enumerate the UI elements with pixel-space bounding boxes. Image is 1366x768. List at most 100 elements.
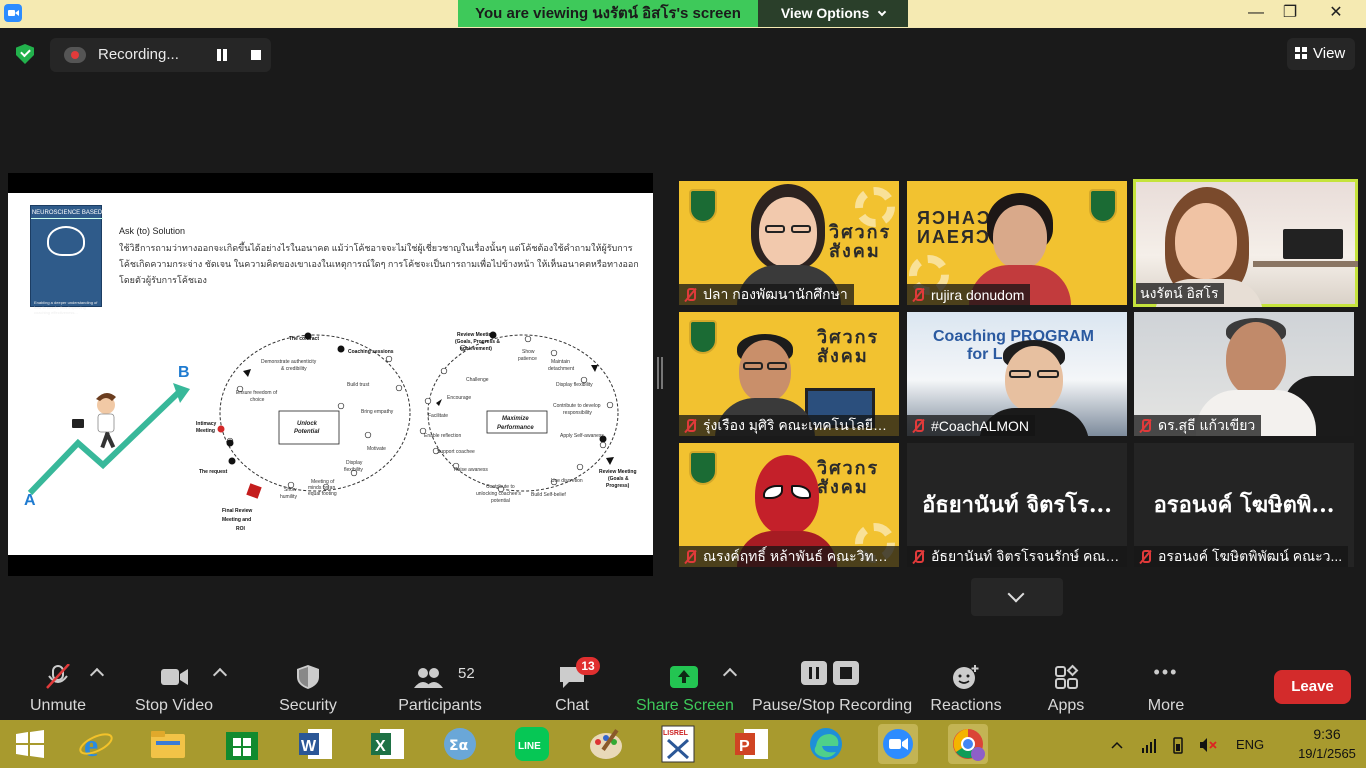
tile-brand-text: ЯƆНAƆ ИАЕЯƆ [917, 208, 992, 247]
participant-name-bar: รุ่งเรือง มุศิริ คณะเทคโนโลยีอุต... [679, 415, 899, 436]
show-humility-label-2: humility [280, 494, 297, 500]
tile-brand-text: วิศวกร สังคม [817, 327, 880, 366]
pause-recording-button[interactable] [208, 42, 236, 68]
grid-icon [1295, 47, 1307, 59]
video-tile[interactable]: วิศวกร สังคม รุ่งเรือง มุศิริ คณะเทคโนโล… [679, 312, 899, 436]
input-language-indicator[interactable]: ENG [1236, 737, 1264, 752]
stop-video-label: Stop Video [135, 697, 213, 714]
encryption-shield-icon[interactable] [16, 44, 34, 64]
recording-label: Recording... [98, 46, 179, 63]
zoom-app-icon[interactable] [878, 724, 918, 764]
final-review-marker [246, 483, 262, 499]
excel-glyph: X [375, 738, 386, 755]
participants-button[interactable]: 52 Participants [396, 650, 484, 720]
reactions-label: Reactions [930, 697, 1002, 714]
build-belief-label: Build Self-belief [531, 492, 566, 498]
split-view-handle[interactable] [657, 357, 663, 389]
file-explorer-icon[interactable] [148, 724, 188, 764]
lisrel-glyph: LISREL [663, 730, 689, 737]
close-window-button[interactable]: ✕ [1318, 0, 1354, 26]
microsoft-excel-icon[interactable]: X [368, 724, 408, 764]
milestone-dots [226, 331, 607, 465]
participant-name-bar: rujira donudom [907, 284, 1031, 305]
tile-brand-text: วิศวกร สังคม [817, 458, 880, 497]
pause-stop-recording-button[interactable]: Pause/Stop Recording [752, 650, 912, 720]
leave-meeting-button[interactable]: Leave [1274, 670, 1351, 704]
stop-video-button[interactable]: Stop Video [134, 650, 214, 720]
ensure-label-1: Ensure freedom of [236, 390, 278, 396]
participant-name: นงรัตน์ อิสโร [1140, 284, 1219, 301]
share-screen-label: Share Screen [636, 697, 734, 714]
line-app-icon[interactable]: LINE [512, 724, 552, 764]
video-options-caret[interactable] [212, 667, 228, 683]
minimize-button[interactable]: — [1238, 0, 1274, 26]
muted-mic-icon [46, 664, 70, 689]
show-patience-label-2: patience [518, 356, 537, 362]
internet-explorer-icon[interactable]: e [76, 724, 116, 764]
chevron-up-icon [1111, 741, 1123, 749]
security-button[interactable]: Security [272, 650, 344, 720]
review-top-label-1: Review Meeting [457, 332, 495, 338]
microsoft-edge-icon[interactable] [806, 724, 846, 764]
view-options-button[interactable]: View Options [758, 0, 908, 27]
muted-mic-icon [1138, 418, 1152, 433]
maximize-button[interactable]: ❐ [1272, 0, 1308, 26]
video-tile[interactable]: ЯƆНAƆ ИАЕЯƆ rujira donudom [907, 181, 1127, 305]
math-input-icon[interactable]: Σα [440, 724, 480, 764]
muted-mic-icon [683, 418, 697, 433]
review-right-label-3: Progress) [606, 483, 630, 489]
microsoft-word-icon[interactable]: W [296, 724, 336, 764]
unmute-button[interactable]: Unmute [22, 650, 94, 720]
raise-awareness-label: Raise awaness [454, 467, 488, 473]
participant-display-name: อรอนงค์ โฆษิตพิ... [1153, 492, 1335, 518]
intimacy-label-1: Intimacy [196, 421, 217, 427]
microsoft-powerpoint-icon[interactable]: P [732, 724, 772, 764]
participants-count: 52 [458, 665, 475, 682]
participant-name: ดร.สุธี แก้วเขียว [1158, 416, 1256, 433]
recording-indicator: Recording... [50, 38, 271, 72]
windows-start-icon[interactable] [10, 724, 50, 764]
video-tile-no-video[interactable]: อัธยานันท์ จิตรโร... อัธยานันท์ จิตรโรจน… [907, 443, 1127, 567]
chrome-icon[interactable] [948, 724, 988, 764]
video-tile[interactable]: Coaching PROGRAM for L #CoachALMON [907, 312, 1127, 436]
microsoft-store-icon[interactable] [222, 724, 262, 764]
chat-button[interactable]: 13 Chat [545, 650, 600, 720]
university-emblem-icon [689, 320, 717, 354]
slide-body-text: ใช้วิธีการถามว่าทางออกจะเกิดขึ้นได้อย่าง… [119, 243, 639, 285]
share-screen-button[interactable]: Share Screen [636, 650, 734, 720]
facilitate-label: Facilitate [428, 413, 448, 419]
clock-date[interactable]: 19/1/2565 [1292, 746, 1362, 761]
reactions-button[interactable]: Reactions [928, 650, 1004, 720]
viewing-banner: You are viewing นงรัตน์ อิสโร's screen [458, 0, 758, 27]
loop-arrow-3 [591, 365, 598, 372]
apps-label: Apps [1047, 697, 1085, 714]
next-page-button[interactable] [971, 578, 1063, 616]
shared-screen[interactable]: NEUROSCIENCE BASED Enabling a deeper und… [8, 173, 653, 576]
pause-stop-icon [801, 661, 859, 685]
participants-label: Participants [398, 697, 482, 714]
maintain-label-2: detachment [548, 366, 575, 372]
lisrel-icon[interactable]: LISREL [658, 724, 698, 764]
clock-time[interactable]: 9:36 [1302, 726, 1352, 742]
use-discretion-label: Use discretion [551, 478, 583, 484]
ensure-label-2: choice [250, 397, 265, 403]
participant-name: อรอนงค์ โฆษิตพิพัฒน์ คณะว... [1158, 547, 1343, 564]
show-humility-label-1: Show [284, 487, 297, 493]
monitor-background [1283, 229, 1343, 259]
view-layout-button[interactable]: View [1287, 38, 1355, 70]
video-tile[interactable]: วิศวกร สังคม ปลา กองพัฒนานักศึกษา [679, 181, 899, 305]
paint-palette-icon[interactable] [586, 724, 626, 764]
coaching-infinity-diagram: A B Unlock Potential Maximize Performanc… [24, 331, 637, 532]
participant-name: rujira donudom [931, 286, 1025, 303]
intimacy-label-2: Meeting [196, 428, 215, 434]
video-tile-no-video[interactable]: อรอนงค์ โฆษิตพิ... อรอนงค์ โฆษิตพิพัฒน์ … [1134, 443, 1354, 567]
video-tile[interactable]: วิศวกร สังคม ณรงค์ฤทธิ์ หล้าพันธ์ คณะวิท… [679, 443, 899, 567]
stop-recording-button[interactable] [242, 42, 270, 68]
muted-mic-icon [683, 287, 697, 302]
muted-mic-icon [911, 549, 925, 564]
more-button[interactable]: ••• More [1136, 650, 1196, 720]
video-tile[interactable]: ดร.สุธี แก้วเขียว [1134, 312, 1354, 436]
apps-button[interactable]: Apps [1036, 650, 1096, 720]
security-label: Security [279, 697, 337, 714]
video-tile-active-speaker[interactable]: นงรัตน์ อิสโร [1133, 179, 1358, 307]
